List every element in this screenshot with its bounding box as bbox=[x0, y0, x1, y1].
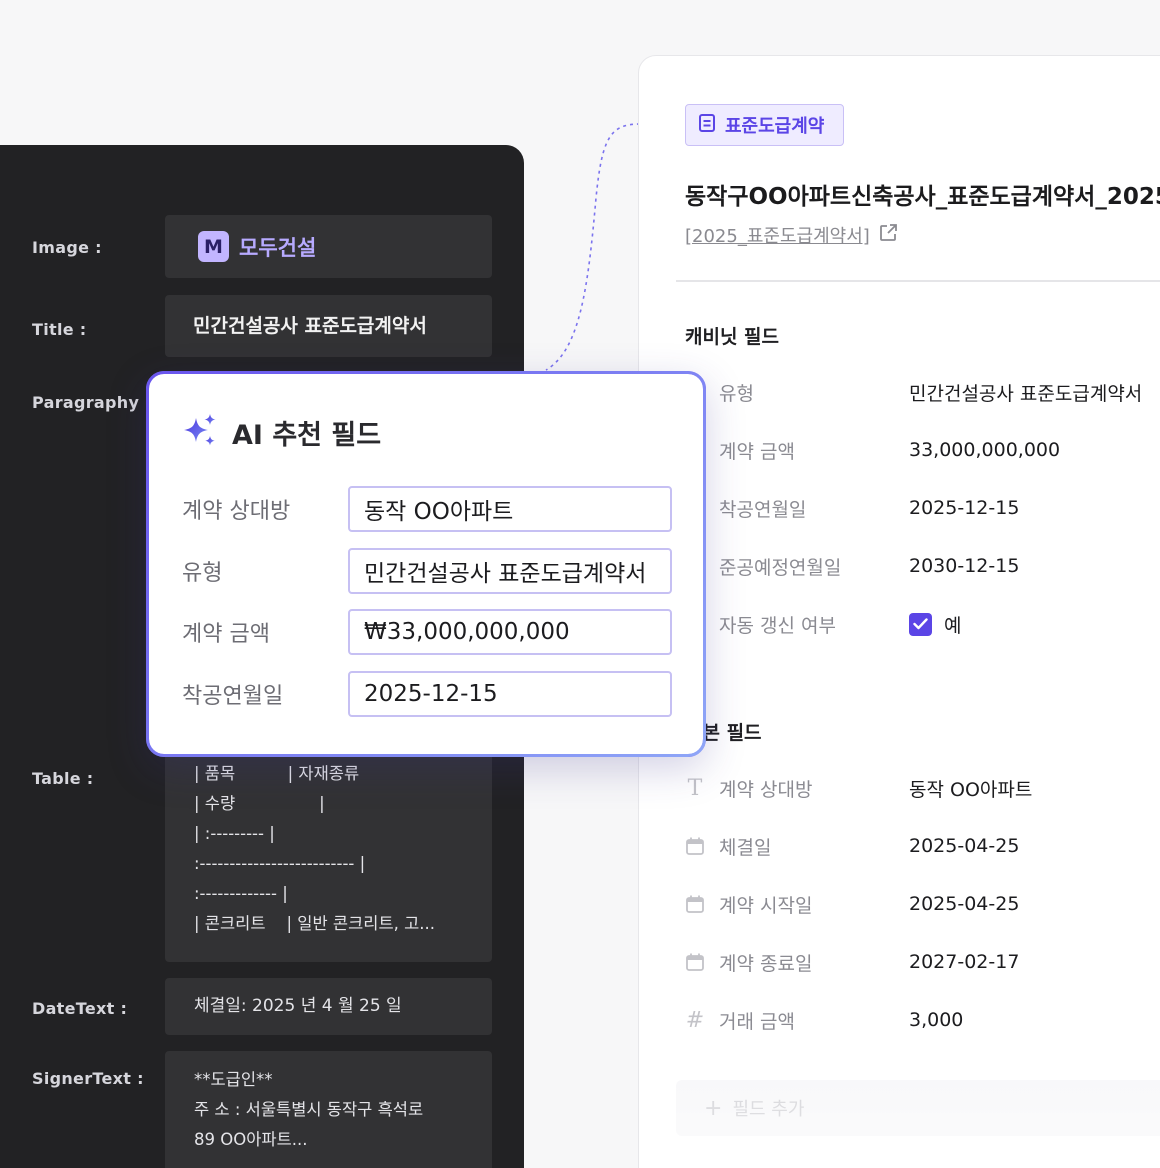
contract-type-tag[interactable]: 표준도급계약 bbox=[685, 104, 844, 146]
document-icon bbox=[698, 113, 716, 138]
row-label-datetext: DateText : bbox=[32, 999, 128, 1018]
signer-line: 주 소 : 서울특별시 동작구 흑석로 bbox=[194, 1100, 424, 1119]
field-value: 2025-12-15 bbox=[909, 497, 1020, 519]
image-box: M 모두건설 bbox=[165, 215, 492, 278]
table-line: | 콘크리트 | 일반 콘크리트, 고... bbox=[194, 914, 436, 933]
contract-type-label: 표준도급계약 bbox=[725, 116, 825, 137]
connector-line bbox=[545, 123, 641, 371]
text-icon: T bbox=[687, 775, 703, 801]
basic-field-row[interactable]: T 계약 상대방 동작 OO아파트 bbox=[683, 768, 1160, 808]
ai-card-title: AI 추천 필드 bbox=[232, 419, 382, 451]
table-box: | 품목 | 자재종류 | 수량 | | :--------- | :-----… bbox=[165, 753, 492, 962]
template-link-text: [2025_표준도급계약서] bbox=[685, 226, 870, 247]
table-line: | 품목 | 자재종류 bbox=[194, 764, 360, 783]
ai-card-header: AI 추천 필드 bbox=[182, 412, 381, 452]
plus-icon: + bbox=[704, 1095, 723, 1121]
table-line: :------------- | bbox=[194, 884, 288, 903]
hash-icon: # bbox=[685, 1007, 705, 1033]
check-icon bbox=[913, 618, 928, 630]
company-logo-mark: M bbox=[198, 231, 229, 262]
company-logo-text: 모두건설 bbox=[239, 235, 317, 260]
ai-field-input[interactable]: 동작 OO아파트 bbox=[348, 486, 672, 532]
basic-field-row[interactable]: 계약 시작일 2025-04-25 bbox=[683, 884, 1160, 924]
row-label-signertext: SignerText : bbox=[32, 1069, 144, 1088]
cabinet-fields-heading: 캐비닛 필드 bbox=[685, 326, 780, 348]
cabinet-field-row[interactable]: 자동 갱신 여부 예 bbox=[683, 604, 1160, 644]
ai-field-row: 계약 금액 ₩33,000,000,000 bbox=[182, 609, 672, 655]
external-link-icon bbox=[878, 223, 898, 248]
ai-recommend-card: AI 추천 필드 계약 상대방 동작 OO아파트 유형 민간건설공사 표준도급계… bbox=[146, 371, 706, 757]
ai-field-label: 유형 bbox=[182, 561, 223, 586]
calendar-icon bbox=[683, 892, 707, 916]
field-value: 예 bbox=[909, 611, 961, 638]
document-panel: 표준도급계약 동작구OO아파트신축공사_표준도급계약서_2025 [2025_표… bbox=[638, 55, 1160, 1168]
field-label: 계약 상대방 bbox=[719, 778, 813, 801]
field-label: 체결일 bbox=[719, 836, 772, 859]
basic-field-row[interactable]: 체결일 2025-04-25 bbox=[683, 826, 1160, 866]
field-value: 33,000,000,000 bbox=[909, 439, 1061, 461]
auto-renew-checkbox[interactable] bbox=[909, 612, 932, 636]
field-value: 민간건설공사 표준도급계약서 bbox=[909, 382, 1143, 405]
field-value: 2027-02-17 bbox=[909, 951, 1020, 973]
ai-field-input[interactable]: 2025-12-15 bbox=[348, 671, 672, 717]
field-value: 2030-12-15 bbox=[909, 555, 1020, 577]
ai-field-label: 착공연월일 bbox=[182, 684, 284, 709]
signer-line: **도급인** bbox=[194, 1070, 273, 1089]
field-label: 유형 bbox=[719, 382, 754, 405]
basic-field-row[interactable]: # 거래 금액 3,000 bbox=[683, 1000, 1160, 1040]
row-label-paragraphy: Paragraphy : bbox=[32, 393, 152, 412]
field-label: 계약 종료일 bbox=[719, 952, 813, 975]
document-title: 동작구OO아파트신축공사_표준도급계약서_2025 bbox=[685, 184, 1160, 210]
cabinet-field-row[interactable]: 준공예정연월일 2030-12-15 bbox=[683, 546, 1160, 586]
template-link[interactable]: [2025_표준도급계약서] bbox=[685, 222, 898, 248]
ai-field-row: 유형 민간건설공사 표준도급계약서 bbox=[182, 548, 672, 594]
ai-field-input[interactable]: 민간건설공사 표준도급계약서 bbox=[348, 548, 672, 594]
row-label-title: Title : bbox=[32, 320, 87, 339]
field-value: 2025-04-25 bbox=[909, 835, 1020, 857]
add-field-label: 필드 추가 bbox=[732, 1099, 805, 1120]
table-line: | 수량 | bbox=[194, 794, 325, 813]
datetext-box: 체결일: 2025 년 4 월 25 일 bbox=[165, 978, 492, 1035]
calendar-icon bbox=[683, 834, 707, 858]
field-label: 계약 금액 bbox=[719, 440, 795, 463]
cabinet-field-row[interactable]: 계약 금액 33,000,000,000 bbox=[683, 430, 1160, 470]
add-field-button[interactable]: + 필드 추가 bbox=[676, 1080, 1160, 1136]
ai-field-input[interactable]: ₩33,000,000,000 bbox=[348, 609, 672, 655]
row-label-image: Image : bbox=[32, 238, 102, 257]
field-value: 3,000 bbox=[909, 1009, 964, 1031]
field-label: 자동 갱신 여부 bbox=[719, 614, 836, 637]
cabinet-field-row[interactable]: 착공연월일 2025-12-15 bbox=[683, 488, 1160, 528]
field-label: 거래 금액 bbox=[719, 1010, 795, 1033]
ai-field-label: 계약 상대방 bbox=[182, 499, 291, 524]
sparkle-icon bbox=[182, 412, 218, 452]
signertext-box: **도급인** 주 소 : 서울특별시 동작구 흑석로 89 OO아파트... bbox=[165, 1051, 492, 1168]
ai-field-row: 계약 상대방 동작 OO아파트 bbox=[182, 486, 672, 532]
row-label-table: Table : bbox=[32, 769, 94, 788]
field-label: 착공연월일 bbox=[719, 498, 807, 521]
calendar-icon bbox=[683, 950, 707, 974]
divider bbox=[676, 280, 1160, 282]
field-value: 2025-04-25 bbox=[909, 893, 1020, 915]
auto-renew-value: 예 bbox=[944, 614, 962, 637]
ai-field-row: 착공연월일 2025-12-15 bbox=[182, 671, 672, 717]
table-line: | :--------- | bbox=[194, 824, 275, 843]
field-value: 동작 OO아파트 bbox=[909, 778, 1033, 801]
signer-line: 89 OO아파트... bbox=[194, 1130, 308, 1149]
title-box: 민간건설공사 표준도급계약서 bbox=[165, 295, 492, 357]
cabinet-field-row[interactable]: 유형 민간건설공사 표준도급계약서 bbox=[683, 372, 1160, 412]
field-label: 준공예정연월일 bbox=[719, 556, 842, 579]
table-line: :-------------------------- | bbox=[194, 854, 366, 873]
ai-field-label: 계약 금액 bbox=[182, 622, 270, 647]
basic-field-row[interactable]: 계약 종료일 2027-02-17 bbox=[683, 942, 1160, 982]
field-label: 계약 시작일 bbox=[719, 894, 813, 917]
